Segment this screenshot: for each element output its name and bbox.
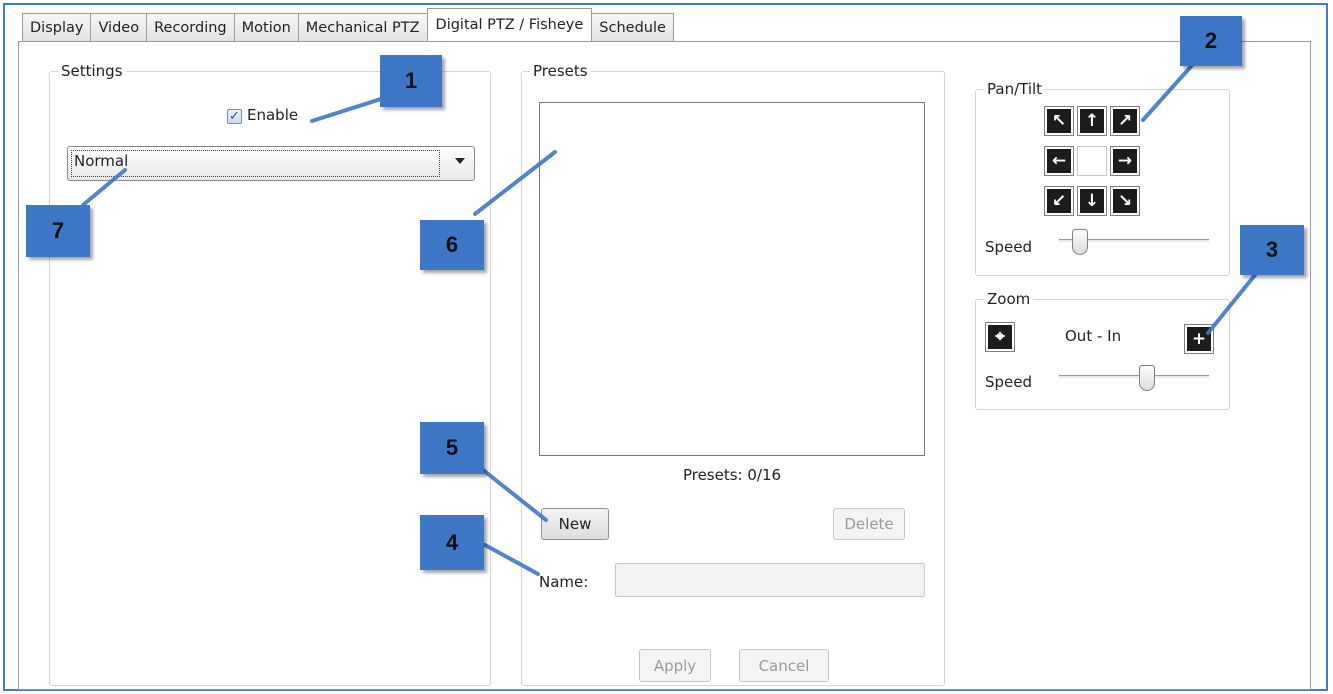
pan-up-button[interactable]: ↑ [1077,106,1107,136]
callout-1: 1 [380,55,442,107]
callout-7: 7 [26,205,90,257]
name-label: Name: [539,573,589,591]
tab-panel: Settings ✓ Enable Normal Presets Presets… [18,41,1311,690]
presets-list[interactable] [539,102,925,456]
zoom-out-button[interactable]: ⌖ [985,322,1015,352]
delete-preset-button[interactable]: Delete [833,508,905,540]
callout-5: 5 [420,422,484,474]
zoom-in-button[interactable]: + [1184,324,1214,354]
callout-4: 4 [420,515,484,570]
new-preset-button[interactable]: New [541,508,609,540]
mode-dropdown-value: Normal [71,150,440,177]
pan-speed-slider[interactable] [1072,229,1089,255]
tab-video[interactable]: Video [90,13,148,41]
cancel-button[interactable]: Cancel [739,649,829,682]
tab-digital-ptz-fisheye[interactable]: Digital PTZ / Fisheye [426,8,593,41]
arrow-right-icon: → [1113,149,1137,173]
tab-recording[interactable]: Recording [146,13,235,41]
pan-down-right-button[interactable]: ↘ [1110,186,1140,216]
callout-6: 6 [420,220,484,270]
plus-icon: + [1187,327,1211,351]
apply-button[interactable]: Apply [639,649,711,682]
arrow-up-icon: ↑ [1080,109,1104,133]
zoom-legend: Zoom [987,290,1031,308]
zoom-range-label: Out - In [1065,327,1122,345]
pan-down-button[interactable]: ↓ [1077,186,1107,216]
zoom-speed-slider-track [1059,375,1209,379]
presets-legend: Presets [533,62,588,80]
zoom-speed-slider[interactable] [1139,365,1156,391]
callout-3: 3 [1240,225,1304,275]
callout-2: 2 [1180,16,1242,66]
arrow-down-icon: ↓ [1080,189,1104,213]
tab-mechanical-ptz[interactable]: Mechanical PTZ [297,13,428,41]
pan-speed-label: Speed [985,238,1033,256]
zoom-out-icon: ⌖ [988,325,1012,349]
arrow-up-left-icon: ↖ [1047,109,1071,133]
enable-label: Enable [247,106,299,124]
pan-up-right-button[interactable]: ↗ [1110,106,1140,136]
tab-display[interactable]: Display [22,13,92,41]
arrow-down-left-icon: ↙ [1047,189,1071,213]
pan-up-left-button[interactable]: ↖ [1044,106,1074,136]
arrow-down-right-icon: ↘ [1113,189,1137,213]
check-icon: ✓ [229,109,240,124]
arrow-up-right-icon: ↗ [1113,109,1137,133]
preset-name-input[interactable] [615,563,925,597]
pan-home-button[interactable] [1077,146,1107,176]
pan-right-button[interactable]: → [1110,146,1140,176]
pan-left-button[interactable]: ← [1044,146,1074,176]
arrow-left-icon: ← [1047,149,1071,173]
tab-strip: Display Video Recording Motion Mechanica… [22,8,674,41]
settings-legend: Settings [61,62,123,80]
pan-down-left-button[interactable]: ↙ [1044,186,1074,216]
zoom-speed-label: Speed [985,373,1033,391]
tab-schedule[interactable]: Schedule [591,13,674,41]
enable-checkbox[interactable]: ✓ [227,109,242,124]
tab-motion[interactable]: Motion [233,13,299,41]
pan-tilt-legend: Pan/Tilt [987,80,1043,98]
mode-dropdown[interactable]: Normal [67,146,475,181]
presets-count: Presets: 0/16 [682,466,782,484]
chevron-down-icon [455,158,465,164]
